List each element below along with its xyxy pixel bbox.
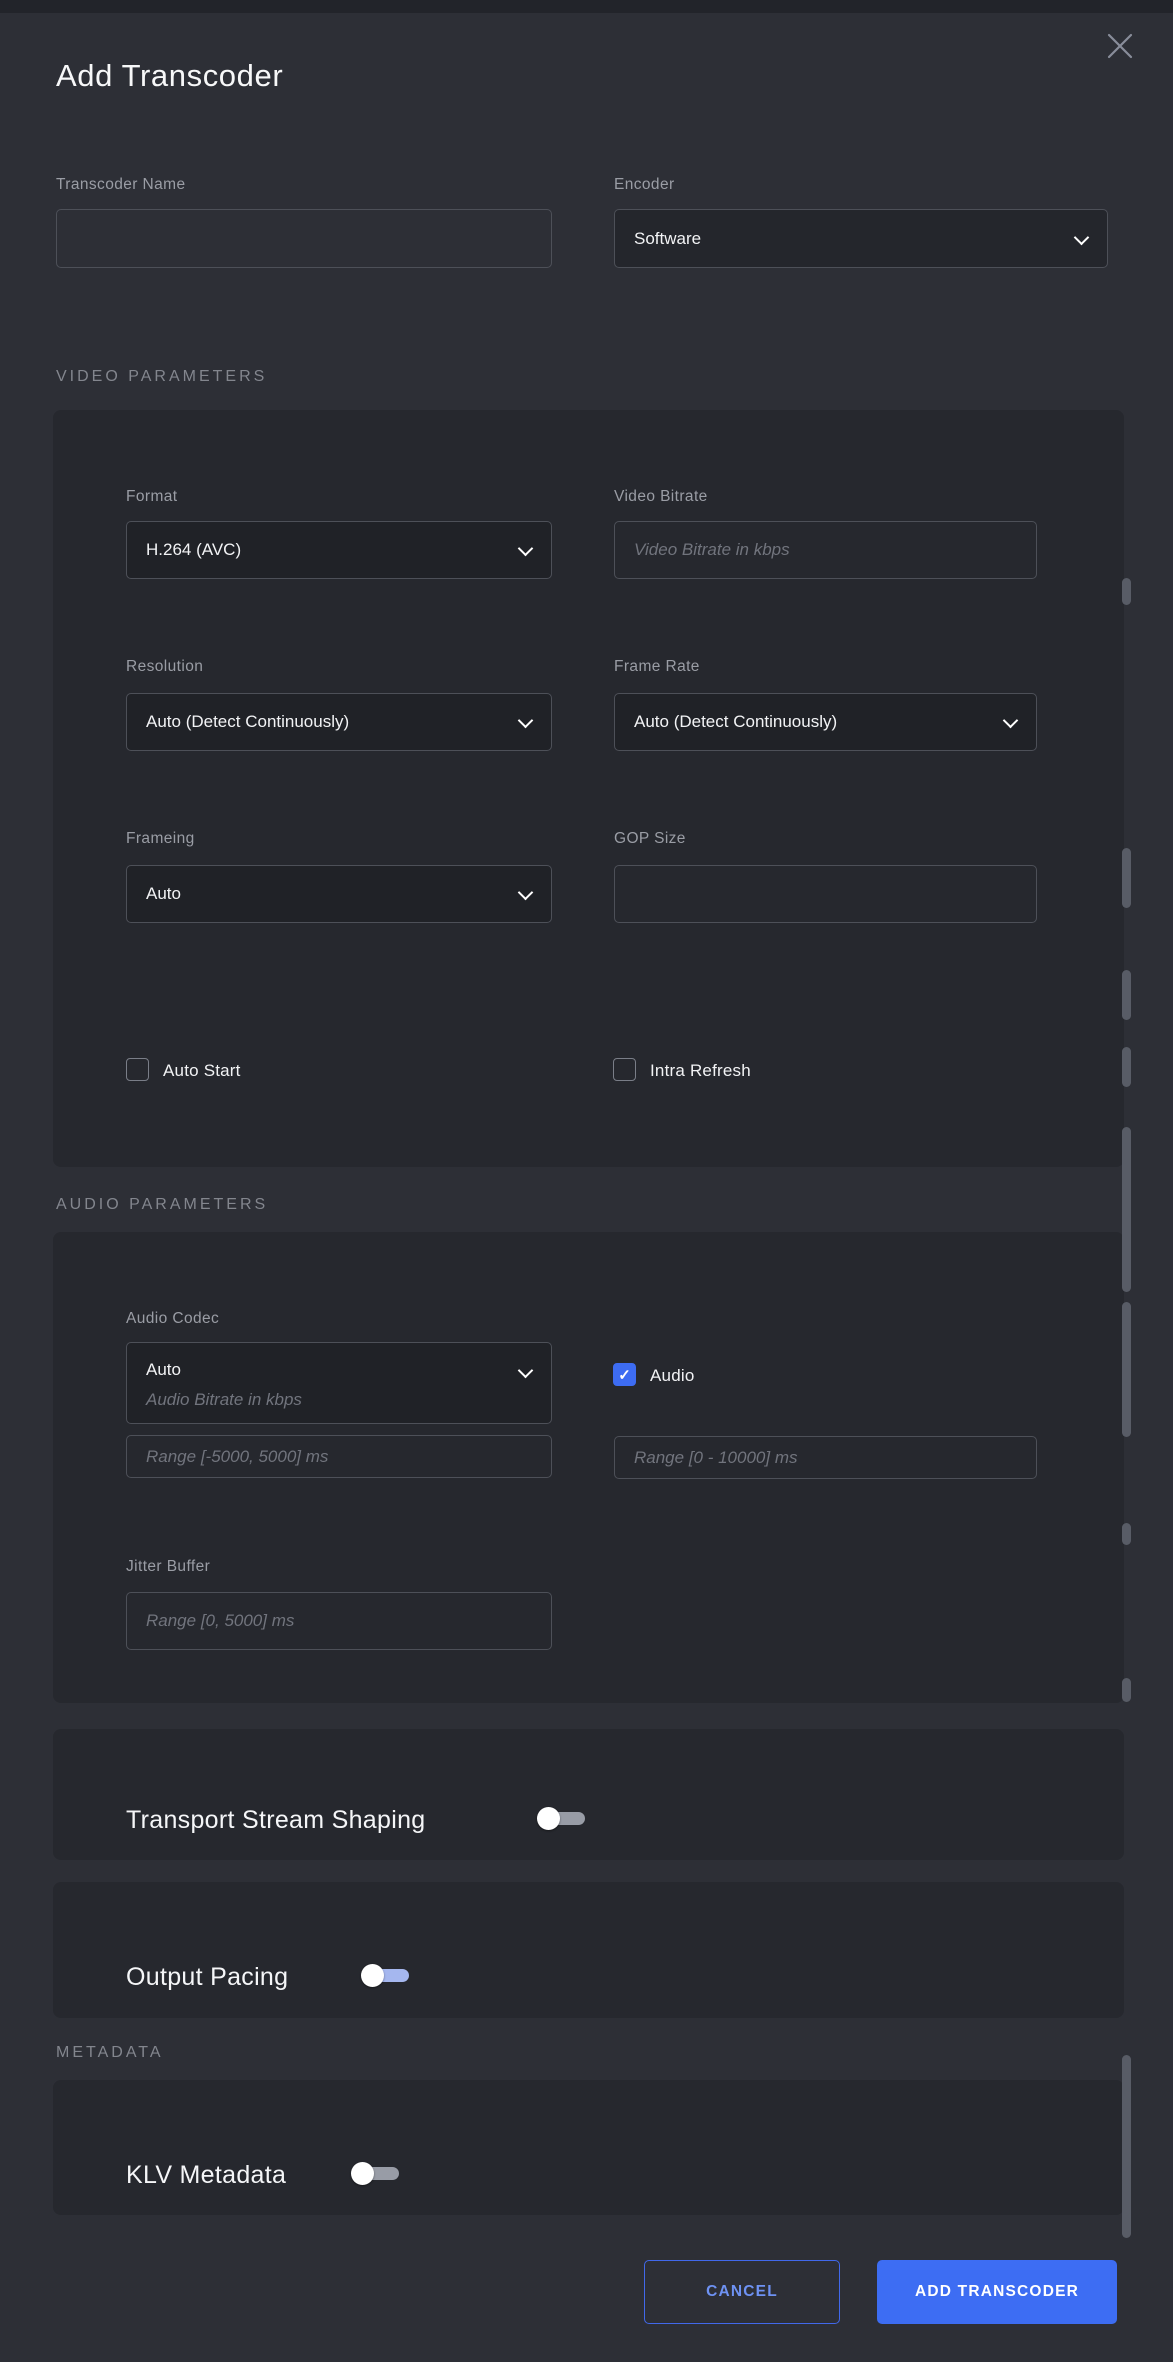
close-icon bbox=[1103, 29, 1137, 63]
toggle-knob bbox=[537, 1807, 560, 1830]
scrollbar-thumb[interactable] bbox=[1122, 578, 1131, 605]
scrollbar-thumb[interactable] bbox=[1122, 1678, 1131, 1702]
encoder-select-value: Software bbox=[634, 229, 701, 249]
metadata-header: METADATA bbox=[56, 2044, 164, 2062]
resolution-select-value: Auto (Detect Continuously) bbox=[146, 712, 349, 732]
transcoder-name-input[interactable] bbox=[56, 209, 552, 268]
resolution-label: Resolution bbox=[126, 658, 203, 676]
cancel-button[interactable]: CANCEL bbox=[644, 2260, 840, 2324]
output-pacing-toggle[interactable] bbox=[361, 1964, 409, 1987]
scrollbar-thumb[interactable] bbox=[1122, 1523, 1131, 1545]
output-pacing-title: Output Pacing bbox=[126, 1963, 288, 1992]
klv-metadata-title: KLV Metadata bbox=[126, 2161, 286, 2190]
video-bitrate-input[interactable] bbox=[614, 521, 1037, 579]
check-icon: ✓ bbox=[618, 1366, 631, 1384]
audio-codec-select[interactable]: Auto Audio Bitrate in kbps bbox=[126, 1342, 552, 1424]
delay-range-input[interactable] bbox=[614, 1436, 1037, 1479]
av-offset-range-input[interactable] bbox=[126, 1435, 552, 1478]
gop-size-label: GOP Size bbox=[614, 830, 686, 848]
klv-metadata-card bbox=[53, 2080, 1124, 2215]
resolution-select[interactable]: Auto (Detect Continuously) bbox=[126, 693, 552, 751]
audio-checkbox[interactable]: ✓ bbox=[613, 1363, 636, 1386]
scrollbar-thumb[interactable] bbox=[1122, 970, 1131, 1020]
audio-codec-label: Audio Codec bbox=[126, 1310, 219, 1328]
frame-rate-select-value: Auto (Detect Continuously) bbox=[634, 712, 837, 732]
page-title: Add Transcoder bbox=[56, 58, 283, 94]
encoder-select[interactable]: Software bbox=[614, 209, 1108, 268]
video-bitrate-label: Video Bitrate bbox=[614, 488, 708, 506]
gop-size-input[interactable] bbox=[614, 865, 1037, 923]
frame-rate-label: Frame Rate bbox=[614, 658, 700, 676]
video-parameters-header: VIDEO PARAMETERS bbox=[56, 368, 267, 386]
intra-refresh-checkbox[interactable] bbox=[613, 1058, 636, 1081]
audio-parameters-header: AUDIO PARAMETERS bbox=[56, 1196, 268, 1214]
scrollbar-thumb[interactable] bbox=[1122, 2055, 1131, 2238]
jitter-buffer-input[interactable] bbox=[126, 1592, 552, 1650]
toggle-knob bbox=[361, 1964, 384, 1987]
klv-metadata-toggle[interactable] bbox=[351, 2162, 399, 2185]
format-select[interactable]: H.264 (AVC) bbox=[126, 521, 552, 579]
encoder-label: Encoder bbox=[614, 176, 675, 194]
frameing-select[interactable]: Auto bbox=[126, 865, 552, 923]
format-label: Format bbox=[126, 488, 178, 506]
chevron-down-icon bbox=[518, 1363, 534, 1379]
frameing-select-value: Auto bbox=[146, 884, 181, 904]
transcoder-name-label: Transcoder Name bbox=[56, 176, 185, 194]
scrollbar-thumb[interactable] bbox=[1122, 1047, 1131, 1087]
scrollbar-thumb[interactable] bbox=[1122, 1127, 1131, 1292]
top-bar bbox=[0, 0, 1173, 13]
audio-checkbox-label: Audio bbox=[650, 1366, 694, 1386]
chevron-down-icon bbox=[518, 541, 534, 557]
chevron-down-icon bbox=[518, 885, 534, 901]
chevron-down-icon bbox=[1003, 713, 1019, 729]
scrollbar-thumb[interactable] bbox=[1122, 1302, 1131, 1437]
frameing-label: Frameing bbox=[126, 830, 195, 848]
jitter-buffer-label: Jitter Buffer bbox=[126, 1558, 210, 1576]
auto-start-label: Auto Start bbox=[163, 1061, 241, 1081]
chevron-down-icon bbox=[1074, 229, 1090, 245]
auto-start-checkbox[interactable] bbox=[126, 1058, 149, 1081]
close-button[interactable] bbox=[1098, 24, 1142, 68]
frame-rate-select[interactable]: Auto (Detect Continuously) bbox=[614, 693, 1037, 751]
audio-bitrate-placeholder: Audio Bitrate in kbps bbox=[146, 1390, 302, 1410]
output-pacing-card bbox=[53, 1882, 1124, 2018]
scrollbar-thumb[interactable] bbox=[1122, 848, 1131, 908]
add-transcoder-button[interactable]: ADD TRANSCODER bbox=[877, 2260, 1117, 2324]
toggle-knob bbox=[351, 2162, 374, 2185]
chevron-down-icon bbox=[518, 713, 534, 729]
intra-refresh-label: Intra Refresh bbox=[650, 1061, 751, 1081]
transport-stream-shaping-title: Transport Stream Shaping bbox=[126, 1806, 425, 1835]
transport-stream-shaping-card bbox=[53, 1729, 1124, 1860]
transport-stream-shaping-toggle[interactable] bbox=[537, 1807, 585, 1830]
audio-codec-select-value: Auto bbox=[146, 1360, 181, 1380]
format-select-value: H.264 (AVC) bbox=[146, 540, 241, 560]
